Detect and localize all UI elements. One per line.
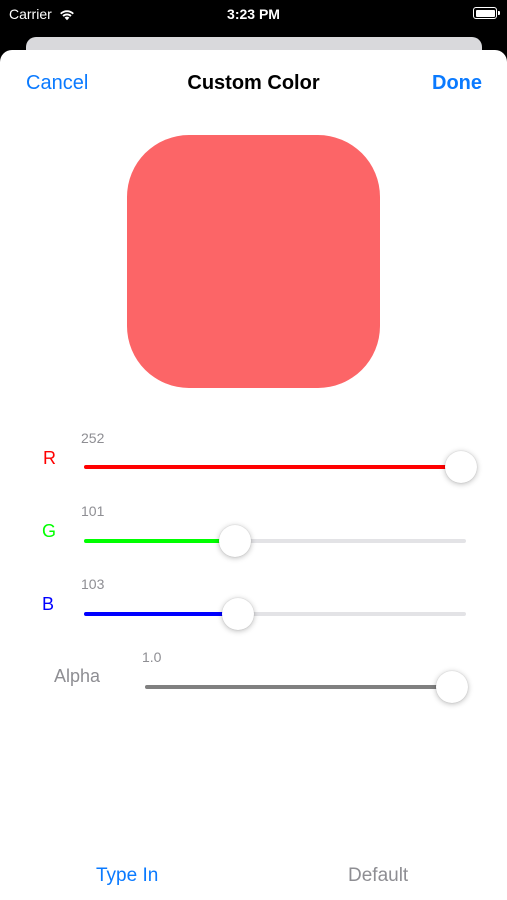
green-slider-fill <box>84 539 236 543</box>
blue-slider-thumb[interactable] <box>222 598 255 630</box>
alpha-slider[interactable] <box>145 671 468 703</box>
screen: Carrier 3:23 PM Cancel Custom Color Done… <box>0 0 507 900</box>
custom-color-sheet: Cancel Custom Color Done 252 R 101 G 103 <box>0 50 507 900</box>
default-button[interactable]: Default <box>348 865 408 887</box>
blue-slider[interactable] <box>84 598 466 630</box>
battery-icon <box>473 7 500 19</box>
alpha-slider-fill <box>145 685 452 689</box>
green-label: G <box>42 521 57 541</box>
red-label: R <box>43 448 56 468</box>
status-time: 3:23 PM <box>227 6 280 22</box>
blue-label: B <box>42 594 55 614</box>
alpha-label: Alpha <box>54 666 101 686</box>
alpha-value: 1.0 <box>142 649 162 665</box>
red-slider[interactable] <box>84 451 478 483</box>
status-bar: Carrier 3:23 PM <box>0 0 507 30</box>
blue-slider-row: 103 B <box>0 576 507 636</box>
red-slider-thumb[interactable] <box>445 451 478 483</box>
color-preview-swatch <box>127 135 380 388</box>
page-title: Custom Color <box>187 72 320 94</box>
alpha-slider-thumb[interactable] <box>436 671 468 703</box>
green-slider-thumb[interactable] <box>219 525 252 557</box>
green-slider-row: 101 G <box>0 503 507 563</box>
green-value: 101 <box>81 503 105 519</box>
alpha-slider-row: 1.0 Alpha <box>0 649 507 709</box>
red-slider-fill <box>84 465 462 469</box>
red-slider-row: 252 R <box>0 430 507 490</box>
navigation-bar: Cancel Custom Color Done <box>0 50 507 118</box>
green-slider[interactable] <box>84 525 466 557</box>
done-button[interactable]: Done <box>432 72 482 95</box>
blue-value: 103 <box>81 576 105 592</box>
blue-slider-fill <box>84 612 239 616</box>
red-value: 252 <box>81 430 105 446</box>
type-in-button[interactable]: Type In <box>96 865 158 887</box>
